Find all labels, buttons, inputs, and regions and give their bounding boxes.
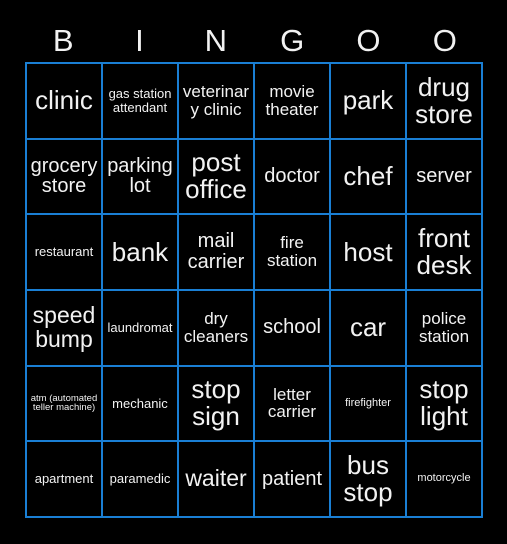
bingo-cell[interactable]: chef [331, 139, 407, 216]
bingo-cell[interactable]: bus stop [331, 442, 407, 518]
bingo-cell[interactable]: drug store [407, 64, 483, 140]
bingo-header-letter-3: G [280, 22, 305, 58]
bingo-cell[interactable]: parking lot [103, 139, 179, 216]
bingo-cell[interactable]: grocery store [27, 139, 103, 216]
bingo-cell[interactable]: post office [179, 139, 255, 216]
bingo-card: B I N G O O clinic gas station attendant veteri… [0, 0, 507, 544]
bingo-cell[interactable]: host [331, 215, 407, 291]
bingo-cell[interactable]: server [407, 139, 483, 216]
bingo-cell[interactable]: fire station [255, 215, 331, 291]
bingo-cell[interactable]: car [331, 290, 407, 367]
bingo-cell[interactable]: patient [255, 442, 331, 518]
bingo-cell[interactable]: mail carrier [179, 215, 255, 291]
bingo-cell[interactable]: motorcycle [407, 442, 483, 518]
bingo-cell[interactable]: clinic [27, 64, 103, 140]
bingo-header-letter-1: I [135, 22, 144, 58]
bingo-cell[interactable]: apartment [27, 442, 103, 518]
bingo-cell[interactable]: paramedic [103, 442, 179, 518]
bingo-cell[interactable]: school [255, 290, 331, 367]
bingo-cell[interactable]: waiter [179, 442, 255, 518]
bingo-cell[interactable]: doctor [255, 139, 331, 216]
bingo-cell[interactable]: veterinary clinic [179, 64, 255, 140]
bingo-cell[interactable]: movie theater [255, 64, 331, 140]
bingo-cell[interactable]: front desk [407, 215, 483, 291]
bingo-cell[interactable]: bank [103, 215, 179, 291]
bingo-cell[interactable]: firefighter [331, 366, 407, 443]
bingo-header-letter-0: B [52, 22, 74, 58]
bingo-cell[interactable]: stop sign [179, 366, 255, 443]
bingo-cell[interactable]: police station [407, 290, 483, 367]
bingo-header: BINGOO [25, 18, 483, 62]
bingo-cell[interactable]: park [331, 64, 407, 140]
bingo-cell[interactable]: restaurant [27, 215, 103, 291]
bingo-header-letter-5: O [432, 22, 457, 58]
bingo-cell[interactable]: laundromat [103, 290, 179, 367]
bingo-cell[interactable]: mechanic [103, 366, 179, 443]
bingo-header-letter-2: N [204, 22, 228, 58]
bingo-cell[interactable]: gas station attendant [103, 64, 179, 140]
bingo-cell[interactable]: speed bump [27, 290, 103, 367]
bingo-grid: clinic gas station attendant veterinary cl… [25, 62, 483, 518]
bingo-header-letter-4: O [356, 22, 381, 58]
bingo-cell[interactable]: letter carrier [255, 366, 331, 443]
bingo-cell[interactable]: stop light [407, 366, 483, 443]
bingo-cell[interactable]: dry cleaners [179, 290, 255, 367]
bingo-cell[interactable]: atm (automated teller machine) [27, 366, 103, 443]
